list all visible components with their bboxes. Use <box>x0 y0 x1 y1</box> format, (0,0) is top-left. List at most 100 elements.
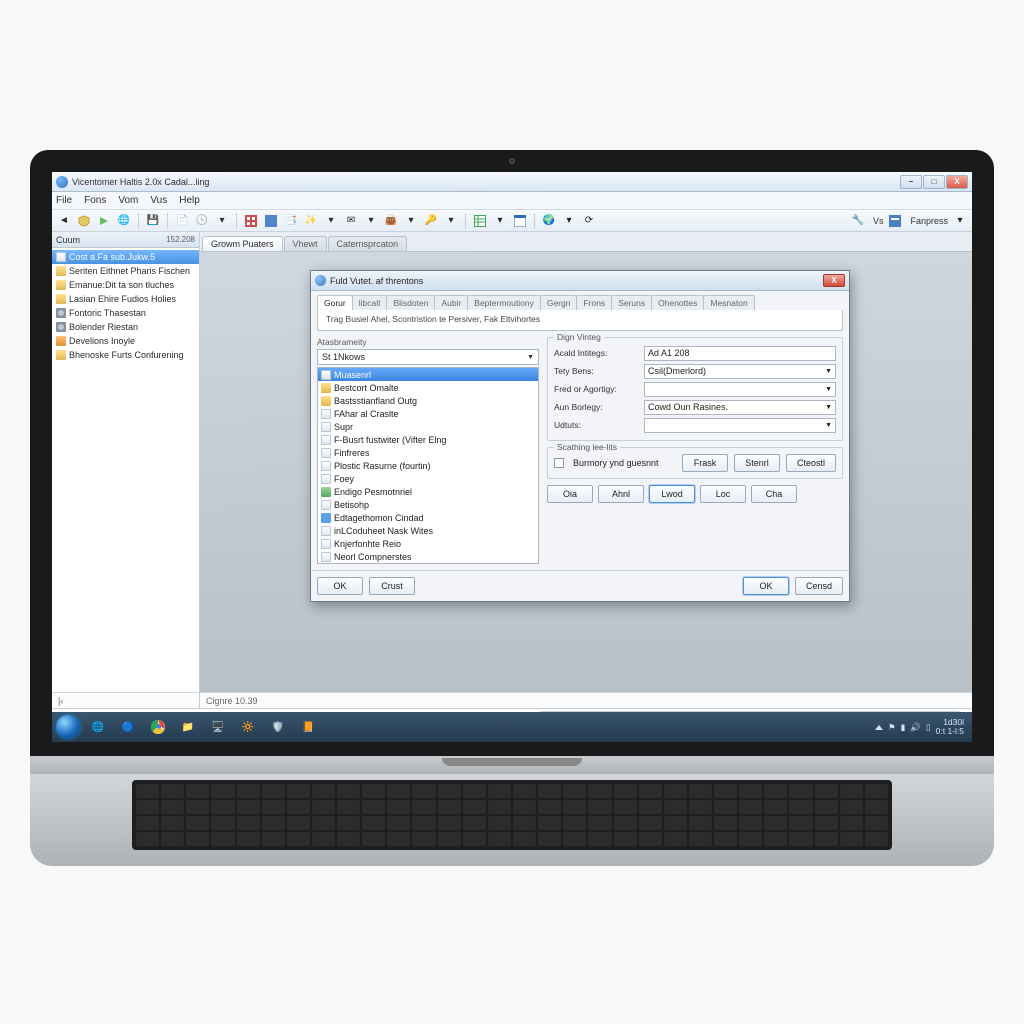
taskbar-app6-icon[interactable]: 🔆 <box>234 714 262 740</box>
dialog-tab[interactable]: Ohenottes <box>651 295 704 310</box>
tree-item[interactable]: Develions Inoyle <box>52 334 199 348</box>
tb-wand-icon[interactable]: ✨ <box>303 213 319 229</box>
dialog-tab[interactable]: Beptermoutiony <box>467 295 541 310</box>
list-item[interactable]: Muasenrl <box>318 368 538 381</box>
dialog-close-button[interactable]: X <box>823 274 845 287</box>
dialog-tab[interactable]: Seruns <box>611 295 652 310</box>
items-listbox[interactable]: Muasenrl Bestcort Omalte Bastsstianfland… <box>317 367 539 564</box>
taskbar-app8-icon[interactable]: 📙 <box>294 714 322 740</box>
pager-prev[interactable]: |‹ <box>58 696 63 706</box>
main-tab[interactable]: Vhewt <box>284 236 327 251</box>
tray-flag-icon[interactable]: ⚑ <box>888 722 896 733</box>
field-input[interactable]: Ad A1 208 <box>644 346 836 361</box>
action-button[interactable]: Cha <box>751 485 797 503</box>
list-item[interactable]: Knjerfonhte Reio <box>318 537 538 550</box>
dialog-tab[interactable]: Gergn <box>540 295 578 310</box>
tb-dd3-icon[interactable]: ▾ <box>363 213 379 229</box>
tb-shield-icon[interactable] <box>76 213 92 229</box>
dialog-tab[interactable]: Mesnaton <box>703 295 754 310</box>
tree-item[interactable]: Lasian Ehire Fudios Holies <box>52 292 199 306</box>
start-button[interactable] <box>54 714 82 740</box>
field-combo[interactable]: Csil(Dmerlord)▼ <box>644 364 836 379</box>
menu-vom[interactable]: Vom <box>118 195 138 206</box>
tb-nav-back-icon[interactable]: ◄ <box>56 213 72 229</box>
list-item[interactable]: Edtagethomon Cindad <box>318 511 538 524</box>
dialog-tab[interactable]: Blisdoten <box>386 295 435 310</box>
taskbar-explorer-icon[interactable]: 📁 <box>174 714 202 740</box>
tray-volume-icon[interactable]: 🔊 <box>910 722 921 733</box>
list-item[interactable]: FAhar al Craslte <box>318 407 538 420</box>
tb-key-icon[interactable]: 🔑 <box>423 213 439 229</box>
tb-web-icon[interactable]: 🌍 <box>541 213 557 229</box>
tree-item[interactable]: Bhenoske Furts Confurening <box>52 348 199 362</box>
tb-stack-icon[interactable]: 📑 <box>283 213 299 229</box>
tray-network-icon[interactable]: ▮ <box>901 722 906 733</box>
action-button[interactable]: Loc <box>700 485 746 503</box>
tree-item[interactable]: Bolender Riestan <box>52 320 199 334</box>
cancel-button[interactable]: Crust <box>369 577 415 595</box>
list-item[interactable]: Bestcort Omalte <box>318 381 538 394</box>
tb-dd2-icon[interactable]: ▾ <box>323 213 339 229</box>
menu-vus[interactable]: Vus <box>150 195 167 206</box>
tb-refresh-icon[interactable]: ⟳ <box>581 213 597 229</box>
list-item[interactable]: inLCoduheet Nask Wites <box>318 524 538 537</box>
row-button[interactable]: Frask <box>682 454 728 472</box>
main-tab[interactable]: Growm Puaters <box>202 236 283 251</box>
tb-dd5-icon[interactable]: ▾ <box>443 213 459 229</box>
action-button[interactable]: Ahnl <box>598 485 644 503</box>
tb-grid-blue-icon[interactable] <box>263 213 279 229</box>
tb-bag-icon[interactable]: 👜 <box>383 213 399 229</box>
maximize-button[interactable]: □ <box>923 175 945 189</box>
field-combo[interactable]: ▼ <box>644 382 836 397</box>
tb-disk-icon[interactable]: 💾 <box>145 213 161 229</box>
list-item[interactable]: Betisohp <box>318 498 538 511</box>
dialog-tab[interactable]: Aubir <box>434 295 468 310</box>
taskbar-media-icon[interactable]: 🔵 <box>114 714 142 740</box>
tb-dd6-icon[interactable]: ▾ <box>492 213 508 229</box>
minimize-button[interactable]: – <box>900 175 922 189</box>
taskbar-chrome-icon[interactable] <box>144 714 172 740</box>
dialog-tab[interactable]: libcalt <box>352 295 388 310</box>
tb-tools-icon[interactable]: 🔧 <box>850 213 866 229</box>
tb-dd7-icon[interactable]: ▾ <box>561 213 577 229</box>
tb-clock-icon[interactable]: 🕓 <box>194 213 210 229</box>
tb-table-blue-icon[interactable] <box>512 213 528 229</box>
tb-grid-red-icon[interactable] <box>243 213 259 229</box>
list-item[interactable]: Bastsstianfland Outg <box>318 394 538 407</box>
dialog-tab[interactable]: Gorur <box>317 295 353 310</box>
list-item[interactable]: Supr <box>318 420 538 433</box>
list-item[interactable]: Foey <box>318 472 538 485</box>
tree-item[interactable]: Seriten Eithnet Pharis Fischen <box>52 264 199 278</box>
tb-table-green-icon[interactable] <box>472 213 488 229</box>
dialog-tab[interactable]: Frons <box>576 295 612 310</box>
list-item[interactable]: Endigo Pesmotnriel <box>318 485 538 498</box>
tb-play-icon[interactable] <box>96 213 112 229</box>
tb-dd1-icon[interactable]: ▾ <box>214 213 230 229</box>
field-combo[interactable]: Cowd Oun Rasines.▼ <box>644 400 836 415</box>
tray-clock[interactable]: 1d30l 0:t 1-l:5 <box>936 718 964 736</box>
category-combo[interactable]: St 1Nkows ▼ <box>317 349 539 365</box>
tray-battery-icon[interactable]: ▯ <box>926 722 931 733</box>
tb-panel-icon[interactable] <box>887 213 903 229</box>
tb-mail-icon[interactable]: ✉ <box>343 213 359 229</box>
tree-item[interactable]: Cost a.Fa sub.Jukw.5 <box>52 250 199 264</box>
menu-fons[interactable]: Fons <box>84 195 106 206</box>
tb-dd4-icon[interactable]: ▾ <box>403 213 419 229</box>
tray-expand-icon[interactable] <box>875 725 883 730</box>
menu-help[interactable]: Help <box>179 195 200 206</box>
main-tab[interactable]: Caternsprcaton <box>328 236 408 251</box>
row-button[interactable]: Cteostl <box>786 454 836 472</box>
ok-button[interactable]: OK <box>317 577 363 595</box>
taskbar-app7-icon[interactable]: 🛡️ <box>264 714 292 740</box>
list-item[interactable]: Finfreres <box>318 446 538 459</box>
checkbox[interactable] <box>554 458 564 468</box>
row-button[interactable]: Stenrl <box>734 454 780 472</box>
tree-item[interactable]: Emanue:Dit ta son tluches <box>52 278 199 292</box>
tb-globe-icon[interactable]: 🌐 <box>116 213 132 229</box>
taskbar-ie-icon[interactable]: 🌐 <box>84 714 112 740</box>
menu-file[interactable]: File <box>56 195 72 206</box>
list-item[interactable]: F-Busrt fustwiter (Vifter Elng <box>318 433 538 446</box>
action-button[interactable]: Oia <box>547 485 593 503</box>
list-item[interactable]: Plostic Rasurne (fourtin) <box>318 459 538 472</box>
field-combo[interactable]: ▼ <box>644 418 836 433</box>
